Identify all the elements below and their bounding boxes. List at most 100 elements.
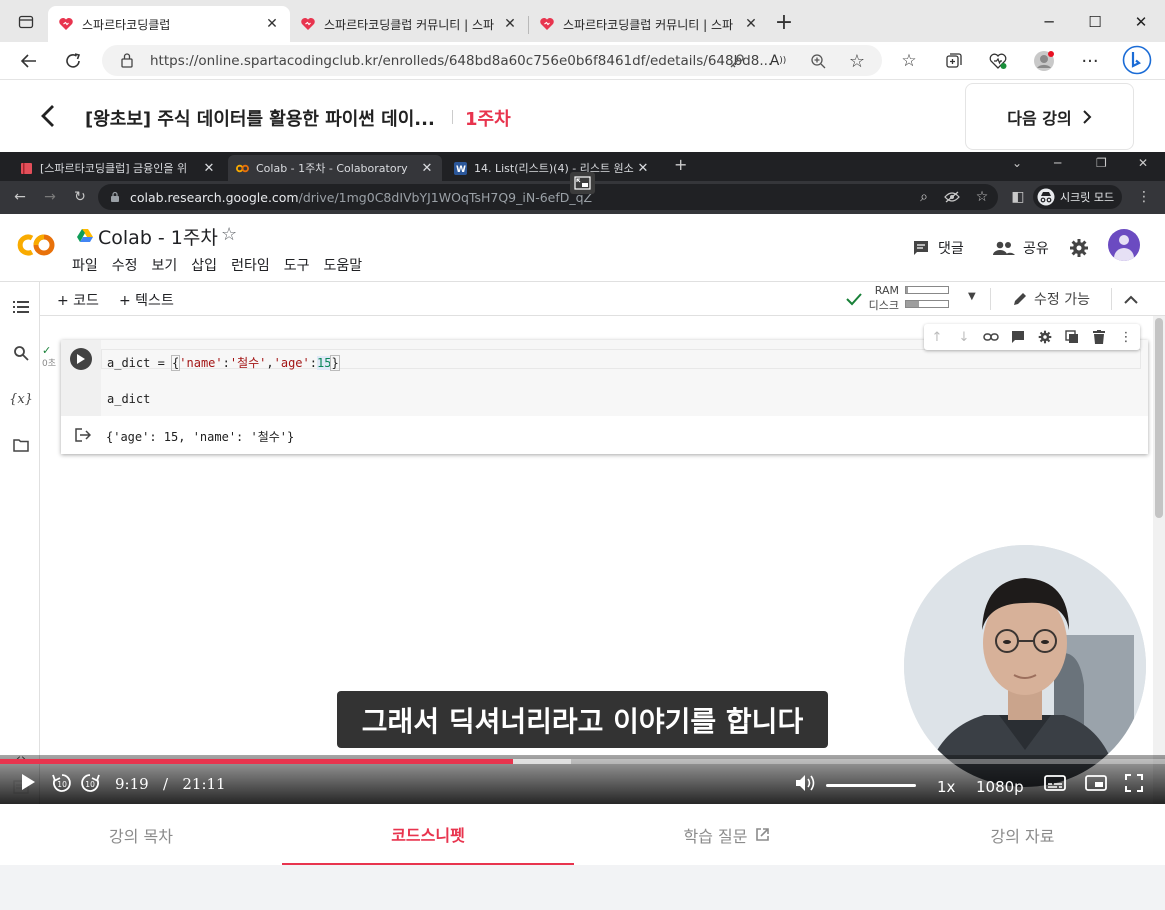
more-vert-icon[interactable]: ⋮ <box>1117 328 1135 346</box>
close-tab-icon[interactable]: ✕ <box>264 16 280 32</box>
forward-10-button[interactable]: 10 <box>79 772 101 794</box>
captions-button[interactable] <box>1044 775 1066 791</box>
next-lecture-button[interactable]: 다음 강의 <box>965 83 1134 150</box>
gear-icon[interactable] <box>1036 328 1054 346</box>
variables-icon[interactable]: {x} <box>9 388 33 410</box>
svg-text:10: 10 <box>85 780 95 789</box>
edge-tab-2[interactable]: 스파르타코딩클럽 커뮤니티 | 스파 ✕ <box>290 6 528 42</box>
link-icon[interactable] <box>982 328 1000 346</box>
avatar[interactable] <box>1108 229 1140 261</box>
move-down-icon[interactable]: ↓ <box>955 328 973 346</box>
people-icon <box>993 241 1015 255</box>
spartacoding-favicon-icon <box>59 18 73 30</box>
picture-in-picture-icon <box>570 172 595 194</box>
gear-icon <box>1070 239 1088 257</box>
browser-essentials-icon[interactable] <box>986 49 1010 73</box>
notebook-title[interactable]: Colab - 1주차 <box>98 223 218 250</box>
add-text-button[interactable]: + 텍스트 <box>119 290 174 310</box>
menu-help[interactable]: 도움말 <box>323 255 362 275</box>
dropdown-arrow-icon[interactable]: ▼ <box>968 291 976 302</box>
picture-in-picture-icon <box>1085 775 1107 791</box>
collapse-header-icon[interactable] <box>1124 290 1138 309</box>
menu-insert[interactable]: 삽입 <box>191 255 217 275</box>
video-player[interactable]: [스파르타코딩클럽] 금융인을 위 ✕ Colab - 1주차 - Colabo… <box>0 152 1165 804</box>
incognito-icon <box>1037 188 1055 206</box>
tab-curriculum[interactable]: 강의 목차 <box>0 804 282 865</box>
cell-output: {'age': 15, 'name': '철수'} <box>61 416 1148 454</box>
menu-view[interactable]: 보기 <box>152 255 178 275</box>
scrollbar-thumb[interactable] <box>1155 318 1163 518</box>
chrome-address-bar: colab.research.google.com/drive/1mg0C8dI… <box>98 184 998 210</box>
favorite-star-icon[interactable]: ☆ <box>845 49 869 73</box>
move-up-icon[interactable]: ↑ <box>928 328 946 346</box>
quality-button[interactable]: 1080p <box>976 778 1024 796</box>
close-tab-icon[interactable]: ✕ <box>743 16 759 32</box>
maximize-icon[interactable]: ☐ <box>1072 8 1118 36</box>
edge-tab-1[interactable]: 스파르타코딩클럽 ✕ <box>48 6 290 42</box>
close-tab-icon: ✕ <box>421 160 433 176</box>
tab-actions-icon[interactable] <box>14 10 38 34</box>
menu-bar: 파일 수정 보기 삽입 런타임 도구 도움말 <box>72 255 362 275</box>
bing-copilot-icon[interactable] <box>1121 44 1153 76</box>
share-button[interactable]: 공유 <box>993 232 1049 264</box>
zoom-icon[interactable] <box>806 49 830 73</box>
menu-file[interactable]: 파일 <box>72 255 98 275</box>
chrome-tab-label: 14. List(리스트)(4) - 리스트 원소 <box>474 162 634 175</box>
eye-off-icon <box>942 187 962 207</box>
close-window-icon[interactable]: ✕ <box>1118 8 1164 36</box>
cell-exec-status: ✓ 0초 <box>42 344 57 369</box>
collections-icon[interactable] <box>942 49 966 73</box>
refresh-icon[interactable] <box>61 49 85 73</box>
table-of-contents-icon[interactable] <box>10 296 32 318</box>
edge-tab-label: 스파르타코딩클럽 커뮤니티 | 스파 <box>324 17 495 32</box>
edge-tab-3[interactable]: 스파르타코딩클럽 커뮤니티 | 스파 ✕ <box>529 6 769 42</box>
settings-button[interactable] <box>1069 232 1089 264</box>
edit-mode-label: 수정 가능 <box>1034 292 1090 308</box>
code-cell[interactable]: a_dict = {'name':'철수','age':15} a_dict {… <box>61 340 1148 454</box>
more-options-icon[interactable]: ··· <box>1078 49 1102 73</box>
playback-time: 9:19 / 21:11 <box>115 775 226 793</box>
cell-toolbar: ↑ ↓ ⋮ <box>924 324 1140 350</box>
profile-avatar-icon[interactable] <box>1032 49 1056 73</box>
comment-icon[interactable] <box>1009 328 1027 346</box>
tab-materials[interactable]: 강의 자료 <box>880 804 1165 865</box>
add-code-button[interactable]: + 코드 <box>57 290 99 310</box>
menu-runtime[interactable]: 런타임 <box>231 255 270 275</box>
star-icon[interactable]: ☆ <box>221 224 237 245</box>
rewind-10-icon: 10 <box>52 774 71 792</box>
code-editor[interactable]: a_dict = {'name':'철수','age':15} a_dict <box>101 340 1148 416</box>
tab-questions[interactable]: 학습 질문 <box>574 804 880 865</box>
current-time: 9:19 <box>115 775 149 793</box>
play-button[interactable] <box>20 773 36 791</box>
search-icon[interactable] <box>10 342 32 364</box>
tab-code-snippet[interactable]: 코드스니펫 <box>282 804 574 865</box>
fullscreen-icon <box>1125 774 1143 792</box>
favorites-icon[interactable]: ☆ <box>897 49 921 73</box>
tab-label: 강의 자료 <box>990 826 1055 846</box>
rewind-10-button[interactable]: 10 <box>51 772 73 794</box>
run-cell-button[interactable] <box>70 348 92 370</box>
delete-icon[interactable] <box>1090 328 1108 346</box>
captions-icon <box>1044 775 1066 791</box>
comment-button[interactable]: 댓글 <box>912 232 964 264</box>
address-bar[interactable]: https://online.spartacodingclub.kr/enrol… <box>102 45 882 76</box>
new-tab-icon[interactable]: + <box>772 10 796 35</box>
back-icon[interactable] <box>17 49 41 73</box>
playback-speed-button[interactable]: 1x <box>937 778 955 796</box>
volume-slider[interactable] <box>826 784 916 787</box>
incognito-badge: 시크릿 모드 <box>1033 185 1123 209</box>
key-icon[interactable] <box>725 49 749 73</box>
back-arrow-icon[interactable] <box>36 103 62 129</box>
output-action-icon[interactable] <box>75 428 91 442</box>
pip-button[interactable] <box>1085 775 1107 791</box>
minimize-icon[interactable]: ─ <box>1026 8 1072 36</box>
read-aloud-icon[interactable]: A)) <box>766 49 790 73</box>
menu-edit[interactable]: 수정 <box>112 255 138 275</box>
folder-icon[interactable] <box>10 434 32 456</box>
menu-tools[interactable]: 도구 <box>284 255 310 275</box>
edit-mode-button[interactable]: 수정 가능 <box>1012 289 1090 309</box>
close-tab-icon[interactable]: ✕ <box>502 16 518 32</box>
mirror-cell-icon[interactable] <box>1063 328 1081 346</box>
volume-button[interactable] <box>795 774 817 792</box>
fullscreen-button[interactable] <box>1125 774 1143 792</box>
